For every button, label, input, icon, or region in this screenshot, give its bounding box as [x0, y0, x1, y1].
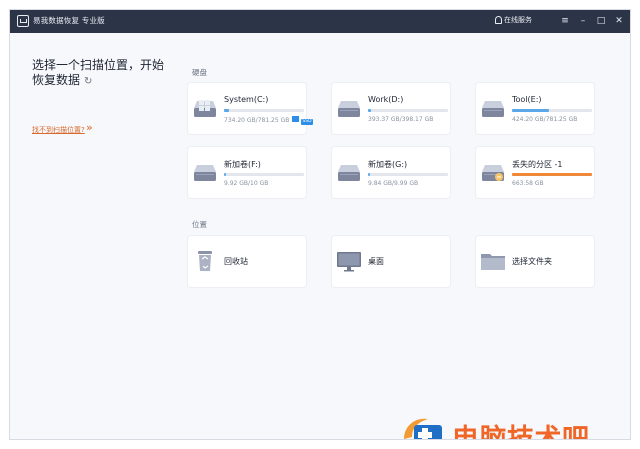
title-bar: 易我数据恢复 专业版 在线服务 ≡ – □ ✕ — [10, 10, 630, 33]
usage-bar — [512, 109, 592, 112]
usage-bar-fill — [368, 173, 371, 176]
drive-size-row: 9.92 GB/10 GB — [224, 180, 268, 187]
watermark-logo-icon — [404, 418, 442, 439]
drive-size-row: 9.84 GB/9.99 GB — [368, 180, 418, 187]
drive-size: 9.92 GB/10 GB — [224, 180, 269, 187]
recycle-bin-icon — [191, 246, 219, 274]
desktop-icon — [335, 246, 363, 274]
drive-size-row: 393.37 GB/398.17 GB — [368, 116, 433, 123]
refresh-icon[interactable]: ↻ — [84, 74, 92, 89]
drive-name: 新加卷(G:) — [368, 160, 408, 169]
drive-size-row: 734.20 GB/781.25 GB SSD — [224, 116, 313, 125]
drive-name: Work(D:) — [368, 95, 404, 104]
main-panel: 选择一个扫描位置，开始恢复数据 ↻ 找不到扫描位置? » 硬盘 位置 System… — [10, 33, 630, 440]
usage-bar — [512, 173, 592, 176]
usage-bar — [224, 109, 304, 112]
ssd-badge-icon: SSD — [301, 119, 313, 125]
drive-card[interactable]: Tool(E:) 424.20 GB/781.25 GB — [476, 83, 594, 134]
location-name: 回收站 — [224, 257, 248, 266]
folder-icon — [479, 246, 507, 274]
location-name: 选择文件夹 — [512, 257, 552, 266]
app-window: 易我数据恢复 专业版 在线服务 ≡ – □ ✕ 选择一个扫描位置，开始恢复数据 ↻… — [9, 9, 631, 440]
windows-drive-icon — [191, 94, 219, 122]
hard-drive-icon — [335, 158, 363, 186]
bell-icon[interactable] — [495, 16, 502, 24]
drive-card[interactable]: 新加卷(G:) 9.84 GB/9.99 GB — [332, 147, 450, 198]
hard-drive-icon — [191, 158, 219, 186]
drive-card[interactable]: 新加卷(F:) 9.92 GB/10 GB — [188, 147, 306, 198]
drive-size: 393.37 GB/398.17 GB — [368, 116, 434, 123]
windows-logo-icon — [292, 116, 300, 122]
drive-size: 9.84 GB/9.99 GB — [368, 180, 419, 187]
drive-name: System(C:) — [224, 95, 269, 104]
drive-card[interactable]: Work(D:) 393.37 GB/398.17 GB — [332, 83, 450, 134]
maximize-icon[interactable]: □ — [594, 13, 608, 29]
menu-icon[interactable]: ≡ — [558, 13, 572, 29]
usage-bar-fill — [224, 173, 226, 176]
location-card[interactable]: 选择文件夹 — [476, 236, 594, 287]
app-logo-icon — [17, 15, 29, 27]
minimize-icon[interactable]: – — [576, 13, 590, 29]
hard-drive-icon — [479, 94, 507, 122]
drive-size: 424.20 GB/781.25 GB — [512, 116, 578, 123]
drive-badges: SSD — [292, 116, 313, 125]
lost-partition-icon — [479, 158, 507, 186]
usage-bar — [368, 109, 448, 112]
watermark-text: 电脑技术吧 — [452, 424, 590, 440]
watermark: 电脑技术吧 — [400, 413, 630, 440]
location-name: 桌面 — [368, 257, 384, 266]
usage-bar-fill — [512, 173, 592, 176]
usage-bar — [224, 173, 304, 176]
cant-find-location-link[interactable]: 找不到扫描位置? — [32, 125, 85, 135]
location-card[interactable]: 桌面 — [332, 236, 450, 287]
locations-section-label: 位置 — [192, 220, 207, 229]
location-card[interactable]: 回收站 — [188, 236, 306, 287]
usage-bar-fill — [512, 109, 549, 112]
drive-card[interactable]: 丢失的分区 -1 663.58 GB — [476, 147, 594, 198]
drive-size: 663.58 GB — [512, 180, 544, 187]
drive-name: 新加卷(F:) — [224, 160, 261, 169]
drive-name: 丢失的分区 -1 — [512, 160, 563, 169]
page-heading: 选择一个扫描位置，开始恢复数据 ↻ — [32, 58, 172, 89]
online-service-button[interactable]: 在线服务 — [504, 15, 532, 25]
app-title: 易我数据恢复 专业版 — [33, 16, 105, 25]
drive-size-row: 424.20 GB/781.25 GB — [512, 116, 577, 123]
drive-card[interactable]: System(C:) 734.20 GB/781.25 GB SSD — [188, 83, 313, 134]
usage-bar — [368, 173, 448, 176]
drive-name: Tool(E:) — [512, 95, 542, 104]
drives-section-label: 硬盘 — [192, 68, 207, 77]
heading-text: 选择一个扫描位置，开始恢复数据 — [32, 58, 165, 87]
drive-size: 734.20 GB/781.25 GB — [224, 117, 290, 124]
usage-bar-fill — [368, 109, 372, 112]
double-chevron-right-icon[interactable]: » — [86, 121, 93, 134]
usage-bar-fill — [224, 109, 229, 112]
close-icon[interactable]: ✕ — [612, 13, 626, 29]
hard-drive-icon — [335, 94, 363, 122]
drive-size-row: 663.58 GB — [512, 180, 544, 187]
